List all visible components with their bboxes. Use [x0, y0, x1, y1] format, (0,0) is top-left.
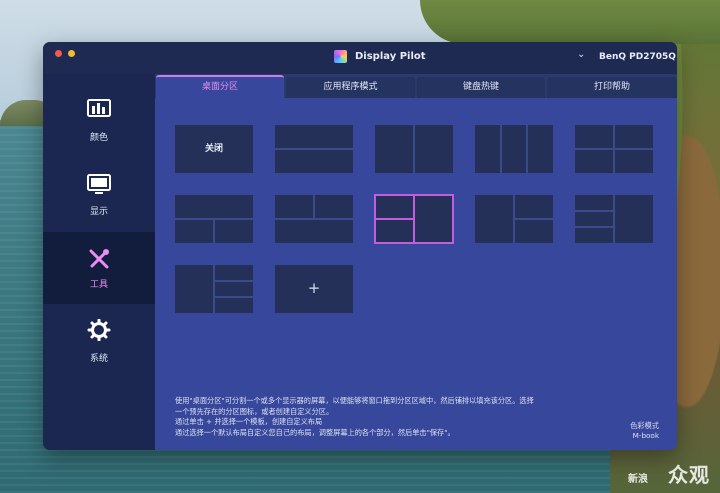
- minimize-window-button[interactable]: [68, 50, 75, 57]
- layout-four-grid[interactable]: [575, 125, 653, 173]
- sidebar-item-tools[interactable]: 工具: [43, 232, 155, 304]
- display-pilot-window: Display Pilot ⌄ BenQ PD2705Q 颜色 显示 工具 系统…: [43, 42, 677, 450]
- title-bar: Display Pilot ⌄ BenQ PD2705Q: [43, 42, 677, 74]
- monitor-selector[interactable]: BenQ PD2705Q: [599, 52, 676, 62]
- help-line: 通过选择一个默认布局自定义您自己的布局，调整屏幕上的各个部分，然后单击"保存"。: [175, 427, 455, 437]
- app-title: Display Pilot: [355, 51, 426, 62]
- watermark-text: 众观: [668, 463, 710, 487]
- layout-top-split-bottom[interactable]: [275, 195, 353, 243]
- watermark-small-text: 新浪: [628, 474, 648, 485]
- color-bars-icon: [87, 99, 111, 117]
- sidebar-item-label: 显示: [89, 207, 108, 217]
- layout-off-label: 关闭: [204, 144, 223, 154]
- cliff-top-background: [420, 0, 720, 44]
- sidebar-item-label: 系统: [89, 354, 108, 364]
- close-window-button[interactable]: [55, 50, 62, 57]
- layout-panel: 关闭 + 使用"桌面分区"可分割一个或多个显示器的屏幕，以便能够将窗口拖到分区区…: [155, 98, 677, 450]
- layout-three-columns[interactable]: [475, 125, 553, 173]
- tab-keyboard-hotkeys[interactable]: 键盘热键: [417, 77, 545, 98]
- color-mode-label: 色彩模式: [630, 421, 659, 430]
- tab-app-mode[interactable]: 应用程序模式: [286, 77, 415, 98]
- tab-bar: 桌面分区 应用程序模式 键盘热键 打印帮助: [155, 74, 677, 100]
- tab-print-help[interactable]: 打印帮助: [547, 77, 677, 98]
- gear-icon: [87, 319, 111, 341]
- help-text: 使用"桌面分区"可分割一个或多个显示器的屏幕，以便能够将窗口拖到分区区域中，然后…: [175, 396, 595, 438]
- color-mode-status: 色彩模式 M-book: [630, 421, 659, 441]
- sidebar-item-display[interactable]: 显示: [43, 160, 155, 232]
- layout-left-three-rows[interactable]: [575, 195, 653, 243]
- layout-off[interactable]: 关闭: [175, 125, 253, 173]
- sidebar-item-color[interactable]: 颜色: [43, 86, 155, 158]
- help-line: 使用"桌面分区"可分割一个或多个显示器的屏幕，以便能够将窗口拖到分区区域中，然后…: [175, 396, 534, 405]
- monitor-icon: [87, 174, 111, 194]
- help-line: 一个预先存在的分区图标，或者创建自定义分区。: [175, 406, 334, 416]
- help-line: 通过单击 + 并选择一个模板，创建自定义布局: [175, 417, 323, 426]
- app-logo-icon: [334, 50, 347, 63]
- tab-desktop-partition[interactable]: 桌面分区: [156, 75, 284, 100]
- sidebar-item-label: 颜色: [89, 133, 108, 143]
- sidebar-item-label: 工具: [89, 280, 108, 290]
- layout-two-rows[interactable]: [275, 125, 353, 173]
- color-mode-value: M-book: [632, 431, 659, 440]
- layout-right-three-rows[interactable]: [175, 265, 253, 313]
- sidebar-item-system[interactable]: 系统: [43, 306, 155, 378]
- layout-top-bottom-split[interactable]: [175, 195, 253, 243]
- tools-icon: [89, 249, 109, 269]
- sidebar: 颜色 显示 工具 系统: [43, 74, 155, 450]
- add-layout-button[interactable]: +: [275, 265, 353, 313]
- layout-left-split-right-selected[interactable]: [374, 194, 454, 244]
- plus-icon: +: [307, 279, 321, 297]
- layout-left-right-split[interactable]: [475, 195, 553, 243]
- layout-two-columns[interactable]: [375, 125, 453, 173]
- chevron-down-icon[interactable]: ⌄: [577, 49, 585, 60]
